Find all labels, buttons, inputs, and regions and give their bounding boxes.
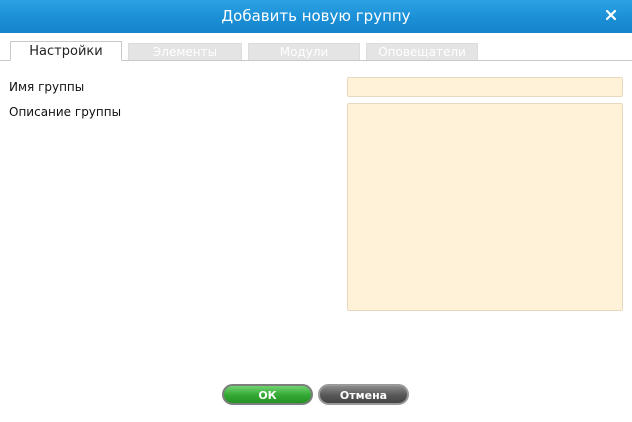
group-description-label: Описание группы [9,105,122,119]
dialog-titlebar: Добавить новую группу [0,0,632,33]
close-icon[interactable] [602,6,620,24]
ok-button[interactable]: ОК [222,384,313,405]
add-group-dialog: Добавить новую группу Настройки Элементы… [0,0,632,422]
dialog-title: Добавить новую группу [221,7,411,25]
tab-bar: Настройки Элементы Модули Оповещатели [0,33,632,61]
tab-notifiers[interactable]: Оповещатели [366,43,478,60]
cancel-button[interactable]: Отмена [318,384,409,405]
group-description-textarea[interactable] [347,103,623,311]
group-name-input[interactable] [347,77,623,97]
tab-settings[interactable]: Настройки [10,41,122,61]
tab-modules[interactable]: Модули [248,43,360,60]
tab-elements[interactable]: Элементы [128,43,242,60]
group-name-label: Имя группы [9,80,85,94]
